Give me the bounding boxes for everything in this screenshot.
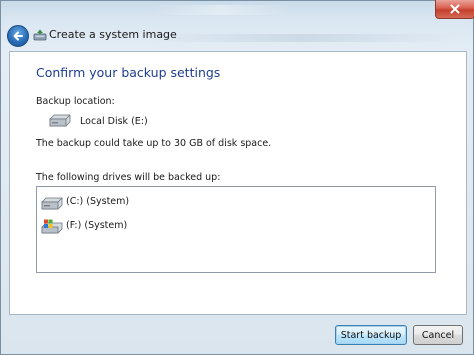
drive-label: (C:) (System) [66, 196, 130, 207]
list-item[interactable]: (C:) (System) [37, 194, 157, 212]
windows-drive-icon [41, 219, 63, 234]
content-panel: Confirm your backup settings Backup loca… [9, 51, 467, 315]
background-glass-highlight [151, 5, 291, 15]
backup-app-icon [33, 29, 47, 41]
disk-space-note: The backup could take up to 30 GB of dis… [36, 138, 272, 149]
background-glass-shadow [141, 34, 461, 42]
hard-drive-icon [41, 197, 63, 210]
page-heading: Confirm your backup settings [36, 65, 221, 80]
list-item[interactable]: (F:) (System) [37, 218, 157, 236]
start-backup-button[interactable]: Start backup [335, 325, 407, 345]
backup-location-label: Backup location: [36, 96, 115, 107]
drive-label: (F:) (System) [66, 220, 128, 231]
dialog-footer: Start backup Cancel [1, 315, 473, 355]
window-title: Create a system image [49, 28, 177, 41]
back-button[interactable] [7, 25, 29, 47]
back-arrow-icon [13, 31, 23, 41]
system-image-window: Create a system image Confirm your backu… [0, 0, 474, 355]
hard-drive-icon [49, 114, 71, 127]
close-button[interactable] [435, 0, 474, 19]
close-icon [450, 4, 460, 14]
drives-list[interactable]: (C:) (System) (F:) (System) [36, 186, 436, 273]
drives-list-label: The following drives will be backed up: [36, 172, 221, 183]
backup-location-name: Local Disk (E:) [80, 116, 148, 127]
cancel-button[interactable]: Cancel [413, 325, 463, 345]
